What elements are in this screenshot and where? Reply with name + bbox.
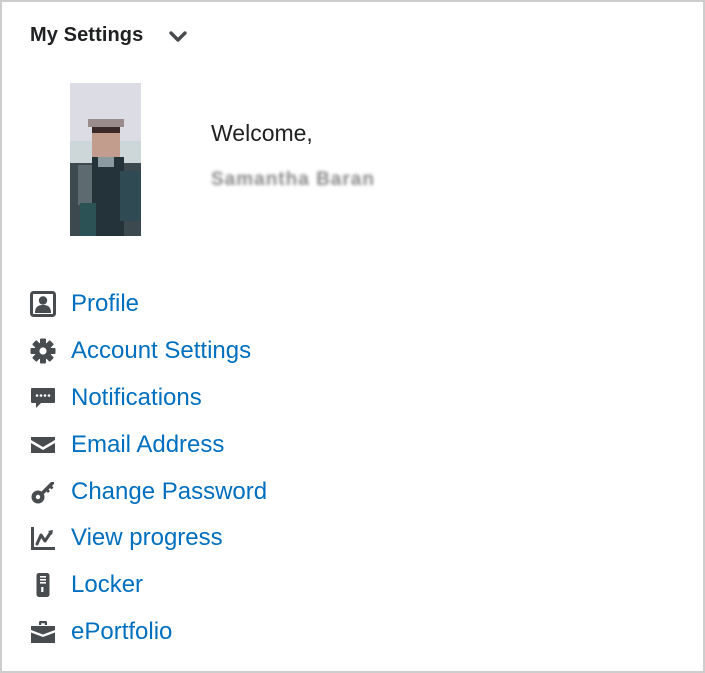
gear-icon [28, 338, 58, 364]
user-name: Samantha Baran [211, 169, 375, 190]
menu-label[interactable]: Profile [71, 292, 139, 316]
menu-item-profile[interactable]: Profile [28, 281, 267, 328]
locker-icon [28, 572, 58, 598]
my-settings-toggle[interactable]: My Settings [30, 24, 188, 47]
menu-label[interactable]: Email Address [71, 432, 224, 457]
menu-item-view-progress[interactable]: View progress [28, 515, 267, 562]
menu-item-email-address[interactable]: Email Address [28, 421, 267, 468]
menu-item-change-password[interactable]: Change Password [28, 468, 267, 515]
menu-item-account-settings[interactable]: Account Settings [28, 328, 267, 375]
menu-item-locker[interactable]: Locker [28, 562, 267, 609]
menu-item-eportfolio[interactable]: ePortfolio [28, 609, 267, 656]
my-settings-panel: My Settings Welcome, Samantha Baran Prof… [0, 0, 705, 673]
menu-label[interactable]: Locker [71, 573, 143, 597]
welcome-text: Welcome, [211, 120, 313, 146]
menu-label[interactable]: Change Password [71, 479, 267, 504]
menu-label[interactable]: ePortfolio [71, 619, 172, 644]
avatar [70, 83, 141, 236]
menu-label[interactable]: View progress [71, 526, 223, 550]
settings-menu: Profile Account Settings Notifications E… [28, 281, 267, 655]
line-chart-icon [28, 525, 58, 551]
profile-card-icon [28, 291, 58, 318]
menu-label[interactable]: Account Settings [71, 339, 251, 363]
envelope-icon [28, 432, 58, 458]
chevron-down-icon[interactable] [169, 30, 188, 42]
briefcase-icon [28, 619, 58, 645]
chat-bubble-icon [28, 385, 58, 411]
key-icon [28, 479, 58, 505]
panel-title: My Settings [30, 24, 144, 46]
menu-item-notifications[interactable]: Notifications [28, 375, 267, 422]
menu-label[interactable]: Notifications [71, 385, 202, 410]
